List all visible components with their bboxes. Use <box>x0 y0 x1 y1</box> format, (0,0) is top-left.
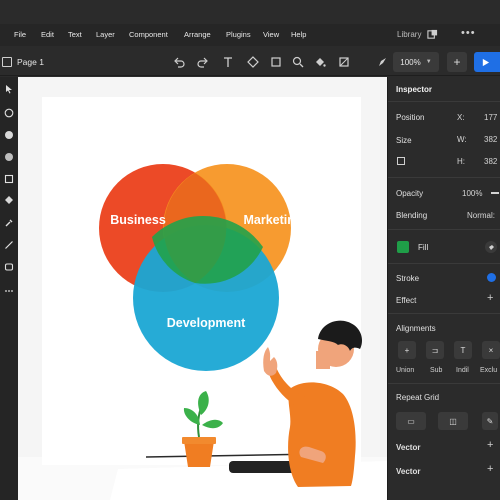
select-tool-icon[interactable] <box>3 83 15 95</box>
fill-color-swatch[interactable] <box>397 241 409 253</box>
divider <box>388 229 500 230</box>
undo-icon[interactable] <box>171 54 187 70</box>
component-icon[interactable] <box>245 54 261 70</box>
opacity-label: Opacity <box>396 189 424 198</box>
line-tool-icon[interactable] <box>3 239 15 251</box>
divider <box>388 101 500 102</box>
eyedropper-icon[interactable] <box>3 217 15 229</box>
menu-arrange[interactable]: Arrange <box>184 30 211 39</box>
play-icon <box>482 58 489 66</box>
rectangle-tool-icon[interactable] <box>3 173 15 185</box>
w-value-field[interactable]: 382 <box>484 135 497 144</box>
vector-layer-2[interactable]: Vector <box>396 467 420 476</box>
opacity-value-field[interactable]: 100% <box>462 189 482 198</box>
boolean-intersect-icon[interactable]: T <box>454 341 472 359</box>
fill-tool-icon[interactable] <box>3 194 15 206</box>
effect-label: Effect <box>396 296 417 305</box>
library-icon[interactable] <box>427 29 438 40</box>
zoom-value: 100% <box>400 57 421 67</box>
search-icon[interactable] <box>290 54 306 70</box>
page-selector[interactable]: Page 1 <box>17 57 44 67</box>
ellipse-tool-icon[interactable] <box>3 107 15 119</box>
repeat-grid-button[interactable]: ▭ <box>396 412 426 430</box>
blending-label: Blending <box>396 211 428 220</box>
vector-layer-1[interactable]: Vector <box>396 443 420 452</box>
venn-label-business: Business <box>110 213 166 227</box>
boolean-union-icon[interactable]: + <box>398 341 416 359</box>
position-label: Position <box>396 113 425 122</box>
h-label: H: <box>457 157 465 166</box>
menu-plugins[interactable]: Plugins <box>226 30 251 39</box>
export-icon[interactable] <box>336 54 352 70</box>
page-icon <box>2 57 12 67</box>
preview-play-button[interactable] <box>474 52 500 72</box>
redo-icon[interactable] <box>195 54 211 70</box>
inspector-panel: Inspector Position X: 177 Size W: 382 H:… <box>387 77 500 500</box>
alignments-label: Alignments <box>396 324 436 333</box>
divider <box>388 313 500 314</box>
subtract-label: Sub <box>430 367 443 374</box>
tool-rail <box>0 77 18 500</box>
divider <box>388 263 500 264</box>
circle-tool-icon[interactable] <box>3 151 15 163</box>
chevron-down-icon: ▼ <box>425 59 432 65</box>
pen-tool-icon[interactable] <box>375 54 391 70</box>
exclude-label: Exclu <box>480 367 498 374</box>
add-effect-icon[interactable]: + <box>487 292 493 304</box>
menu-file[interactable]: File <box>14 30 26 39</box>
design-app-window: File Edit Text Layer Component Arrange P… <box>0 0 500 500</box>
menu-layer[interactable]: Layer <box>96 30 115 39</box>
text-tool-icon[interactable] <box>220 54 236 70</box>
x-value-field[interactable]: 177 <box>484 113 497 122</box>
stroke-label: Stroke <box>396 274 420 283</box>
stroke-color-swatch[interactable] <box>487 273 496 282</box>
fill-options-icon[interactable] <box>485 241 497 253</box>
artboard[interactable]: Business Marketing Development <box>42 97 361 465</box>
constrain-proportions-icon[interactable] <box>397 157 405 165</box>
plus-icon: + <box>453 55 461 69</box>
boolean-exclude-icon[interactable]: × <box>482 341 500 359</box>
more-tools-icon[interactable] <box>3 285 15 297</box>
more-menu-icon[interactable]: ••• <box>461 27 476 39</box>
venn-label-development: Development <box>167 316 246 330</box>
add-vector-icon[interactable]: + <box>487 463 493 475</box>
canvas[interactable]: Business Marketing Development <box>18 77 387 500</box>
divider <box>388 177 500 178</box>
circle-fill-tool-icon[interactable] <box>3 129 15 141</box>
size-label: Size <box>396 136 412 145</box>
frame-icon[interactable] <box>268 54 284 70</box>
venn-label-marketing: Marketing <box>243 213 302 227</box>
toolbar: Page 1 100% ▼ + <box>0 48 500 76</box>
menu-help[interactable]: Help <box>291 30 306 39</box>
inspector-title: Inspector <box>396 85 433 94</box>
repeat-grid-label: Repeat Grid <box>396 393 440 402</box>
menu-component[interactable]: Component <box>129 30 168 39</box>
add-vector-icon[interactable]: + <box>487 439 493 451</box>
menu-edit[interactable]: Edit <box>41 30 54 39</box>
intersect-label: Indil <box>456 367 469 374</box>
divider <box>388 383 500 384</box>
paint-bucket-icon[interactable] <box>312 54 328 70</box>
boolean-subtract-icon[interactable]: ⊐ <box>426 341 444 359</box>
fill-label: Fill <box>418 243 429 252</box>
x-label: X: <box>457 113 465 122</box>
h-value-field[interactable]: 382 <box>484 157 497 166</box>
artboard-tool-icon[interactable] <box>3 261 15 273</box>
menubar: File Edit Text Layer Component Arrange P… <box>0 24 500 46</box>
w-label: W: <box>457 135 467 144</box>
library-label[interactable]: Library <box>397 30 421 39</box>
menu-view[interactable]: View <box>263 30 279 39</box>
minus-icon[interactable] <box>491 192 499 194</box>
add-button[interactable]: + <box>447 52 467 72</box>
edit-icon[interactable]: ✎ <box>482 412 498 430</box>
zoom-selector[interactable]: 100% ▼ <box>393 52 439 72</box>
repeat-grid-options-button[interactable]: ◫ <box>438 412 468 430</box>
blending-select[interactable]: Normal: <box>467 211 495 220</box>
union-label: Union <box>396 367 415 374</box>
venn-diagram[interactable]: Business Marketing Development <box>42 97 361 465</box>
menu-text[interactable]: Text <box>68 30 82 39</box>
